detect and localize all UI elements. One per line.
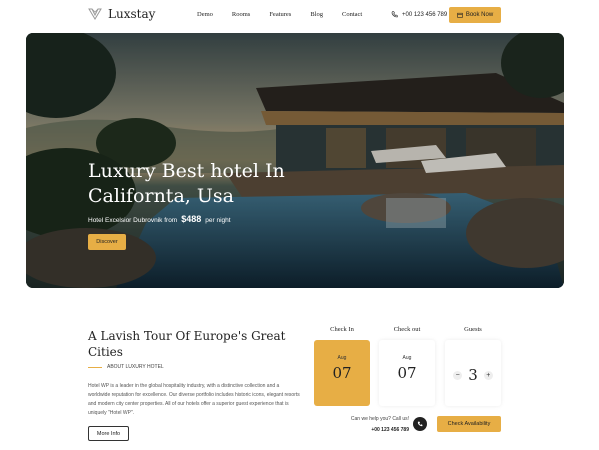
phone-icon <box>391 11 398 18</box>
check-in-label: Check In <box>330 326 354 333</box>
help-phone-number: +00 123 456 789 <box>371 427 409 433</box>
check-out-label: Check out <box>393 326 421 333</box>
nav-item-features[interactable]: Features <box>269 11 291 18</box>
help-contact: Can we help you? Call us! +00 123 456 78… <box>349 416 409 433</box>
hero-subtitle: Hotel Excelsior Dubrovnik from $488 per … <box>88 214 231 224</box>
check-in-month: Aug <box>337 355 347 361</box>
about-body: Hotel WP is a leader in the global hospi… <box>88 383 300 416</box>
help-question: Can we help you? Call us! <box>350 416 409 422</box>
hero-banner: Luxury Best hotel In Californta, Usa Hot… <box>26 33 564 288</box>
tag-divider <box>88 366 102 368</box>
hero-title: Luxury Best hotel In Californta, Usa <box>88 160 285 207</box>
nav-item-blog[interactable]: Blog <box>310 11 323 18</box>
calendar-icon <box>457 12 463 18</box>
check-out-day: 07 <box>397 364 417 382</box>
about-tag: ABOUT LUXURY HOTEL <box>88 364 164 370</box>
call-button[interactable] <box>413 417 427 431</box>
logo-mark-icon <box>88 8 102 20</box>
check-in-day: 07 <box>332 364 352 382</box>
guests-label: Guests <box>464 326 482 333</box>
logo[interactable]: Luxstay <box>88 7 155 21</box>
check-out-month: Aug <box>402 355 412 361</box>
more-info-button[interactable]: More Info <box>88 426 129 441</box>
discover-button[interactable]: Discover <box>88 234 126 250</box>
nav-item-demo[interactable]: Demo <box>197 11 213 18</box>
site-header: Luxstay Demo Rooms Features Blog Contact… <box>0 0 599 30</box>
guests-decrement-button[interactable]: − <box>453 370 463 380</box>
header-phone[interactable]: +00 123 456 789 <box>391 11 447 18</box>
check-availability-button[interactable]: Check Availability <box>437 416 501 432</box>
hero-subtitle-suffix: per night <box>205 217 231 224</box>
book-now-label: Book Now <box>465 12 494 18</box>
guests-increment-button[interactable]: + <box>483 370 493 380</box>
nav-item-contact[interactable]: Contact <box>342 11 362 18</box>
call-icon <box>417 421 423 427</box>
hero-price: $488 <box>181 214 202 224</box>
guests-control: − 3 + <box>445 366 501 384</box>
hero-subtitle-prefix: Hotel Excelsior Dubrovnik from <box>88 217 178 224</box>
header-phone-number: +00 123 456 789 <box>402 11 448 18</box>
check-in-date-picker[interactable]: Aug 07 <box>314 340 370 406</box>
check-out-date-picker[interactable]: Aug 07 <box>379 340 435 406</box>
guests-stepper: − 3 + <box>445 340 501 406</box>
main-nav: Demo Rooms Features Blog Contact <box>197 11 381 18</box>
brand-name: Luxstay <box>108 7 156 21</box>
about-title: A Lavish Tour Of Europe's Great Cities <box>88 329 286 359</box>
nav-item-rooms[interactable]: Rooms <box>232 11 250 18</box>
guests-count: 3 <box>468 366 478 384</box>
about-tag-label: ABOUT LUXURY HOTEL <box>107 364 164 370</box>
book-now-button[interactable]: Book Now <box>449 7 501 23</box>
